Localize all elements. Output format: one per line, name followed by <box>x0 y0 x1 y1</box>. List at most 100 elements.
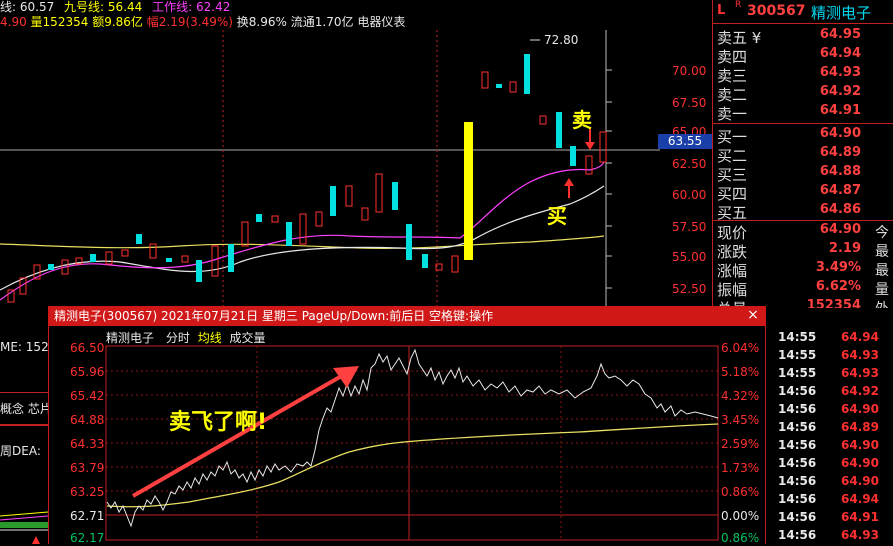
right-axis-label: 1.73% <box>721 461 760 475</box>
stat-value: 6.62% <box>815 279 861 294</box>
right-axis-label: 2.59% <box>721 437 760 451</box>
kline-chart[interactable]: 线: 60.57 九号线: 56.44 工作线: 62.42 4.90 量152… <box>0 0 712 320</box>
dea-label: 周DEA: <box>0 444 41 458</box>
tick-time: 14:56 <box>778 384 817 398</box>
indicator-c-label: 工作线: <box>152 0 193 14</box>
intraday-popup[interactable]: 精测电子(300567) 2021年07月21日 星期三 PageUp/Down… <box>48 306 766 545</box>
avg-price-line <box>106 423 719 508</box>
left-axis-label: 63.79 <box>70 461 105 475</box>
stat-right-label: 今 <box>875 225 889 241</box>
bid-price: 64.87 <box>819 183 861 198</box>
ask-price: 64.95 <box>819 27 861 42</box>
tick-price: 64.93 <box>841 366 879 380</box>
bid-label: 买三 <box>717 166 748 184</box>
tick-price: 64.93 <box>841 348 879 362</box>
buy-annotation: 买 <box>547 204 567 228</box>
stat-row: 涨幅 3.49% 最 <box>717 260 893 280</box>
left-axis-label: 65.42 <box>70 389 105 403</box>
intraday-chart <box>105 345 719 541</box>
y-tick-label: 52.50 <box>672 282 707 296</box>
stat-value: 152354 <box>806 298 861 308</box>
stat-label: 振幅 <box>717 281 748 299</box>
info-amount: 额9.86亿 <box>92 15 143 29</box>
bid-label: 买一 <box>717 128 748 146</box>
sell-annotation: 卖 <box>572 108 592 132</box>
kline-y-ticks <box>606 69 612 289</box>
tick-time: 14:55 <box>778 348 817 362</box>
stock-code[interactable]: 300567 <box>747 3 805 19</box>
bid-price: 64.88 <box>819 164 861 179</box>
tick-row: 14:56 64.89 <box>778 420 893 438</box>
bid-label: 买二 <box>717 147 748 165</box>
indicator-c-value: 62.42 <box>195 0 231 14</box>
left-axis-label: 62.17 <box>70 531 105 545</box>
info-industry: 电器仪表 <box>357 15 406 29</box>
bid-row-3[interactable]: 买三 64.88 <box>717 164 893 184</box>
buy-arrow-icon <box>564 178 574 198</box>
ask-label: 卖一 <box>717 105 748 123</box>
left-axis-label: 66.50 <box>70 341 105 355</box>
tick-time: 14:56 <box>778 420 817 434</box>
ask-label: 卖三 <box>717 67 748 85</box>
ask-row-3[interactable]: 卖三 64.93 <box>717 65 893 85</box>
kline-svg <box>0 30 660 320</box>
left-axis-label: 63.25 <box>70 485 105 499</box>
left-mini-chart <box>0 511 49 544</box>
ask-row-4[interactable]: 卖四 64.94 <box>717 46 893 66</box>
bid-row-4[interactable]: 买四 64.87 <box>717 183 893 203</box>
left-divider <box>0 392 48 393</box>
tick-row: 14:55 64.93 <box>778 366 893 384</box>
tick-price: 64.94 <box>841 492 879 506</box>
tick-row: 14:56 64.92 <box>778 384 893 402</box>
info-change: 幅2.19(3.49%) <box>146 15 233 29</box>
right-axis-label: 3.45% <box>721 413 760 427</box>
tick-price: 64.91 <box>841 510 879 524</box>
left-axis-label: 64.33 <box>70 437 105 451</box>
info-float: 流通1.70亿 <box>290 15 354 29</box>
stock-name[interactable]: 精测电子 <box>811 2 871 23</box>
ask-row-5[interactable]: 卖五 ¥ 64.95 <box>717 27 893 47</box>
y-tick-label: 62.50 <box>672 157 707 171</box>
y-tick-label: 70.00 <box>672 64 707 78</box>
stat-right-label: 量 <box>875 282 889 298</box>
left-axis-label: 62.71 <box>70 509 105 523</box>
tick-row: 14:56 64.91 <box>778 510 893 528</box>
right-axis-label: 4.32% <box>721 389 760 403</box>
stat-right-label: 最 <box>875 244 889 260</box>
indicator-b-label: 九号线: <box>64 0 105 14</box>
left-axis-label: 65.96 <box>70 365 105 379</box>
stat-right-label: 外 <box>875 298 889 308</box>
tick-price: 64.90 <box>841 402 879 416</box>
ask-row-1[interactable]: 卖一 64.91 <box>717 103 893 123</box>
y-tick-label: 60.00 <box>672 188 707 202</box>
current-price-tag: 63.55 <box>658 134 712 149</box>
indicator-a: 线: 60.57 <box>0 0 55 14</box>
right-axis-label: 0.86% <box>721 485 760 499</box>
tick-row: 14:56 64.90 <box>778 474 893 492</box>
bid-row-5[interactable]: 买五 64.86 <box>717 202 893 222</box>
tick-row: 14:55 64.93 <box>778 348 893 366</box>
stat-right-label: 最 <box>875 263 889 279</box>
bid-row-2[interactable]: 买二 64.89 <box>717 145 893 165</box>
stat-label: 涨跌 <box>717 243 748 261</box>
popup-annotation: 卖飞了啊! <box>169 410 268 435</box>
indicator-b-value: 56.44 <box>107 0 143 14</box>
quote-divider <box>713 220 893 221</box>
tick-time: 14:55 <box>778 330 817 344</box>
bid-row-1[interactable]: 买一 64.90 <box>717 126 893 146</box>
ma-line-magenta <box>0 161 605 301</box>
left-divider <box>0 424 48 426</box>
tick-row: 14:56 64.90 <box>778 456 893 474</box>
tick-price: 64.90 <box>841 474 879 488</box>
info-price: 4.90 <box>0 15 27 29</box>
tick-time: 14:56 <box>778 402 817 416</box>
tick-time: 14:56 <box>778 492 817 506</box>
y-tick-label: 57.50 <box>672 220 707 234</box>
bid-price: 64.90 <box>819 126 861 141</box>
ask-price: 64.93 <box>819 65 861 80</box>
ask-row-2[interactable]: 卖二 64.92 <box>717 84 893 104</box>
tick-time: 14:56 <box>778 528 817 542</box>
tick-time: 14:56 <box>778 438 817 452</box>
indicator-line: 线: 60.57 九号线: 56.44 工作线: 62.42 <box>0 0 230 14</box>
tick-price: 64.94 <box>841 330 879 344</box>
